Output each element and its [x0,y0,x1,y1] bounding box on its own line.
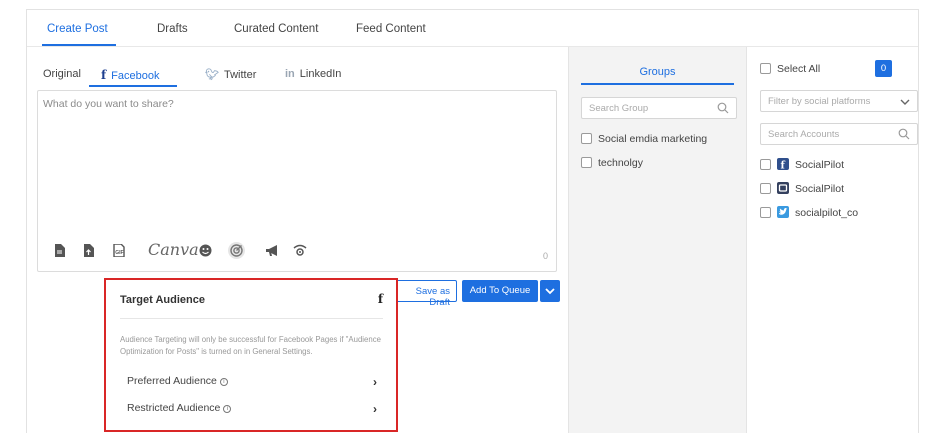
search-group-placeholder: Search Group [589,103,649,114]
platform-filter-placeholder: Filter by social platforms [768,96,871,107]
chevron-down-icon [545,288,555,295]
facebook-icon: f [101,68,107,82]
composer-tab-indicator [89,85,177,87]
account-item[interactable]: SocialPilot [760,182,844,195]
search-accounts-input[interactable]: Search Accounts [760,123,918,145]
tab-drafts[interactable]: Drafts [157,23,188,35]
restricted-audience-row[interactable]: Restricted Audience i › [127,402,377,416]
create-post-panel: Create Post Drafts Curated Content Feed … [26,9,919,433]
composer-tab-linkedin[interactable]: in LinkedIn [285,68,341,80]
preferred-audience-label: Preferred Audience [127,375,217,387]
tab-create-post[interactable]: Create Post [47,23,108,35]
gif-icon[interactable]: GIF [113,244,125,257]
target-icon[interactable] [228,242,245,259]
tab-feed-content[interactable]: Feed Content [356,23,426,35]
select-all-checkbox[interactable] [760,63,771,74]
wifi-camera-icon[interactable] [293,244,307,257]
preferred-audience-row[interactable]: Preferred Audience i › [127,375,377,389]
info-icon: i [219,378,228,386]
add-to-queue-button[interactable]: Add To Queue [462,280,538,302]
audience-note: Audience Targeting will only be successf… [120,335,381,356]
platform-filter-dropdown[interactable]: Filter by social platforms [760,90,918,112]
group-item[interactable]: Social emdia marketing [581,133,707,145]
select-all[interactable]: Select All [760,63,820,75]
megaphone-icon[interactable] [265,244,279,257]
top-tab-bar: Create Post Drafts Curated Content Feed … [27,10,918,47]
chevron-right-icon: › [373,375,377,389]
account-checkbox[interactable] [760,183,771,194]
svg-text:GIF: GIF [115,250,123,256]
composer-tab-facebook[interactable]: f Facebook [101,68,159,82]
groups-heading[interactable]: Groups [569,66,746,78]
account-item[interactable]: f SocialPilot [760,158,844,172]
char-counter: 0 [542,251,548,261]
facebook-icon: f [777,158,789,172]
instagram-icon [777,182,789,194]
composer-tab-twitter[interactable]: 🐦︎ Twitter [205,68,256,81]
facebook-icon: f [377,292,383,306]
twitter-icon: 🐦︎ [205,69,219,81]
file-upload-icon[interactable] [83,244,94,257]
queue-options-button[interactable] [540,280,560,302]
account-checkbox[interactable] [760,159,771,170]
account-checkbox[interactable] [760,207,771,218]
file-icon[interactable] [54,244,65,257]
save-draft-button[interactable]: Save as Draft [394,280,457,308]
account-item[interactable]: socialpilot_co [760,206,858,219]
group-checkbox[interactable] [581,157,592,168]
svg-text:f: f [781,161,786,171]
group-checkbox[interactable] [581,133,592,144]
linkedin-icon: in [285,68,295,80]
target-audience-popup: Target Audience f Audience Targeting wil… [104,278,398,432]
popup-title: Target Audience [120,294,205,306]
canva-icon[interactable]: Canva [148,240,199,259]
selected-count-badge: 0 [875,60,892,77]
twitter-icon [777,206,789,218]
active-tab-indicator [42,44,116,46]
search-group-input[interactable]: Search Group [581,97,737,119]
chevron-right-icon: › [373,402,377,416]
search-icon [898,128,910,143]
search-icon [717,102,729,117]
restricted-audience-label: Restricted Audience [127,402,221,414]
tab-curated-content[interactable]: Curated Content [234,23,318,35]
groups-panel: Groups Search Group Social emdia marketi… [568,47,747,433]
composer-tab-original[interactable]: Original [43,68,81,80]
search-accounts-placeholder: Search Accounts [768,129,840,140]
emoji-icon[interactable] [199,244,212,257]
groups-tab-indicator [581,83,734,85]
info-icon: i [223,405,232,413]
group-item[interactable]: technolgy [581,157,643,169]
post-placeholder: What do you want to share? [43,98,174,110]
chevron-down-icon [899,94,911,111]
popup-divider [120,318,383,319]
